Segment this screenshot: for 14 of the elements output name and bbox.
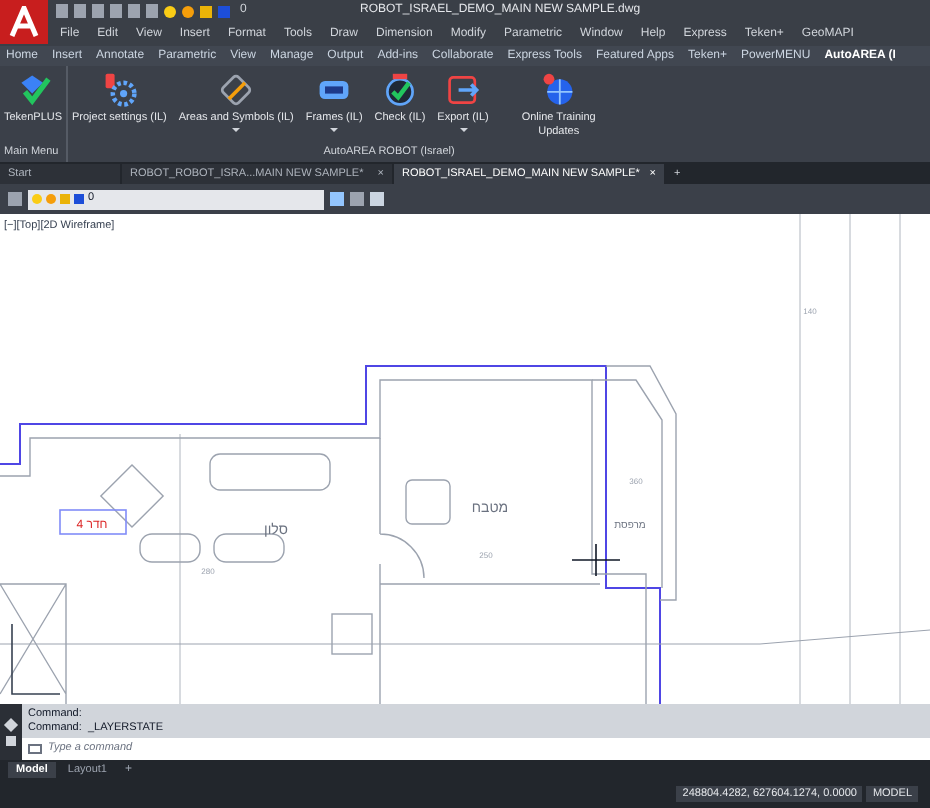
export-icon bbox=[445, 72, 481, 108]
command-prompt-icon[interactable] bbox=[28, 744, 42, 754]
sun-icon bbox=[46, 194, 56, 204]
color-swatch-icon bbox=[74, 194, 84, 204]
pencil-icon bbox=[218, 72, 255, 108]
globe-icon bbox=[540, 72, 577, 108]
gear-icon bbox=[101, 72, 138, 108]
sun-icon[interactable] bbox=[182, 5, 194, 17]
ucs-axis-icon bbox=[11, 623, 61, 695]
color-swatch-icon[interactable] bbox=[218, 5, 230, 17]
room-tag-frame bbox=[59, 509, 127, 535]
layer-properties-icon[interactable] bbox=[8, 192, 22, 206]
check-icon bbox=[381, 72, 418, 108]
app-logo-icon[interactable] bbox=[0, 0, 48, 44]
